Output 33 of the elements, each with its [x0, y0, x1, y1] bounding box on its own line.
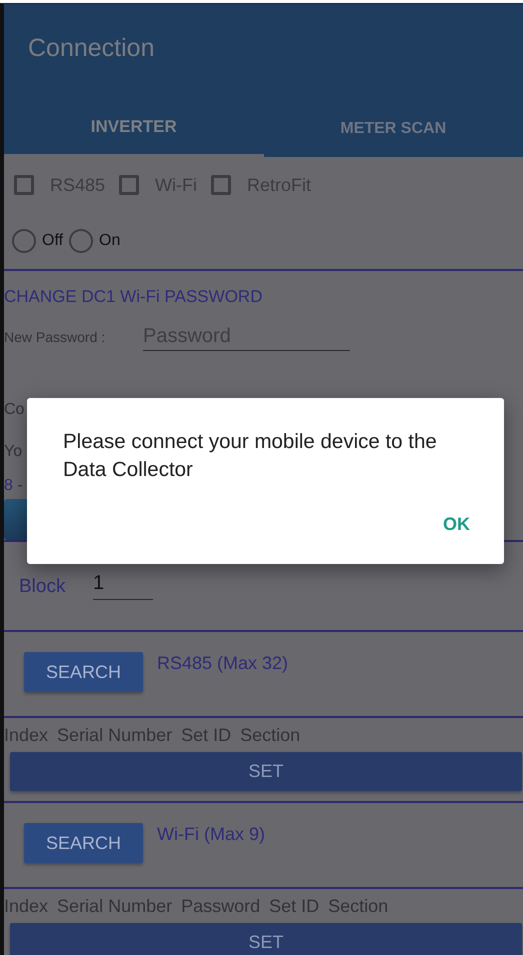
checkbox[interactable] [14, 175, 34, 195]
ok-button[interactable]: OK [443, 510, 470, 539]
checkbox[interactable] [119, 175, 140, 195]
radio-button[interactable] [69, 229, 94, 253]
radio-button[interactable] [12, 229, 36, 253]
tab[interactable]: METER SCAN [264, 100, 523, 157]
column-header: Index [4, 724, 48, 746]
column-header: Index [4, 896, 48, 916]
app-title: Connection [28, 34, 154, 62]
search-button[interactable]: SEARCH [24, 652, 143, 692]
block-field[interactable]: 1 [93, 570, 153, 600]
scan-title: RS485 (Max 32) [157, 653, 288, 674]
column-header: Set ID [181, 724, 232, 746]
text-fragment: 8 - [4, 477, 23, 495]
set-button[interactable]: SET [10, 923, 522, 955]
section-title: CHANGE DC1 Wi-Fi PASSWORD [4, 287, 262, 307]
column-header: Password [181, 896, 260, 916]
tab[interactable]: INVERTER [4, 100, 264, 157]
radio-label: Off [42, 232, 64, 250]
dialog-message: Please connect your mobile device to the Data Collector [63, 429, 438, 483]
scan-title: Wi-Fi (Max 9) [157, 824, 265, 845]
column-header: Section [328, 896, 388, 916]
field-label: New Password : [4, 329, 106, 345]
text-fragment: Yo [4, 443, 22, 461]
column-header: Serial Number [57, 896, 172, 916]
column-header: Serial Number [57, 724, 172, 746]
column-header: Section [240, 724, 300, 746]
checkbox[interactable] [211, 175, 232, 195]
column-header: Set ID [269, 896, 320, 916]
set-button[interactable]: SET [10, 752, 522, 791]
block-label: Block [19, 576, 66, 598]
search-button[interactable]: SEARCH [24, 823, 143, 863]
radio-label: On [99, 232, 120, 250]
